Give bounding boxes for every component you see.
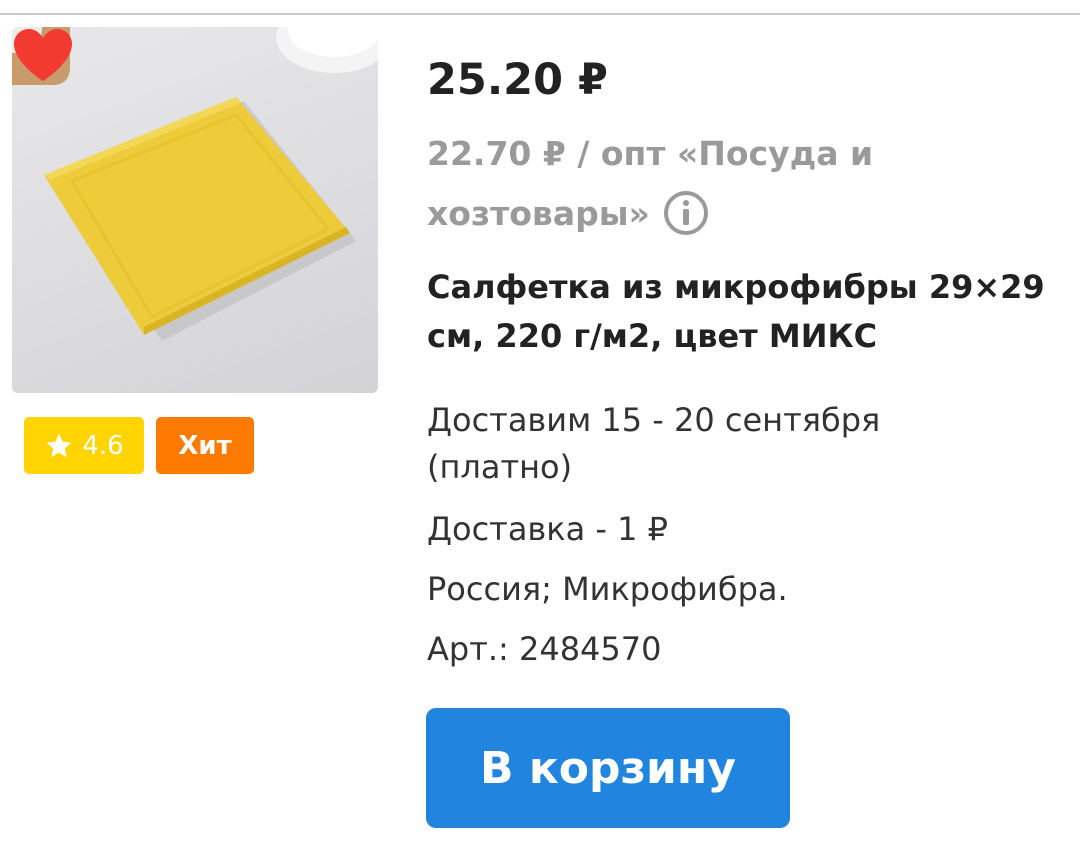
add-to-cart-button[interactable]: В корзину [426,708,790,828]
heart-icon[interactable] [12,27,74,83]
price: 25.20 ₽ [427,55,608,105]
rating-badge: 4.6 [24,417,144,474]
wholesale-price: 22.70 ₽ / опт «Посуда и хозтовары» [427,124,947,244]
product-card: 4.6 Хит 25.20 ₽ 22.70 ₽ / опт «Посуда и … [0,0,1080,866]
towel [44,97,350,335]
info-icon[interactable] [662,189,710,237]
product-title[interactable]: Салфетка из микрофибры 29×29 см, 220 г/м… [427,263,1057,361]
star-icon [46,433,72,457]
product-image[interactable] [12,27,378,393]
rating-value: 4.6 [82,430,124,461]
hit-badge: Хит [156,417,254,474]
article-number: Арт.: 2484570 [427,630,662,668]
top-divider [0,13,1080,15]
delivery-date: Доставим 15 - 20 сентября (платно) [427,401,881,486]
hit-label: Хит [178,430,232,461]
product-origin: Россия; Микрофибра. [427,570,788,608]
wholesale-text: 22.70 ₽ / опт «Посуда и хозтовары» [427,134,874,233]
delivery-cost: Доставка - 1 ₽ [427,510,668,548]
